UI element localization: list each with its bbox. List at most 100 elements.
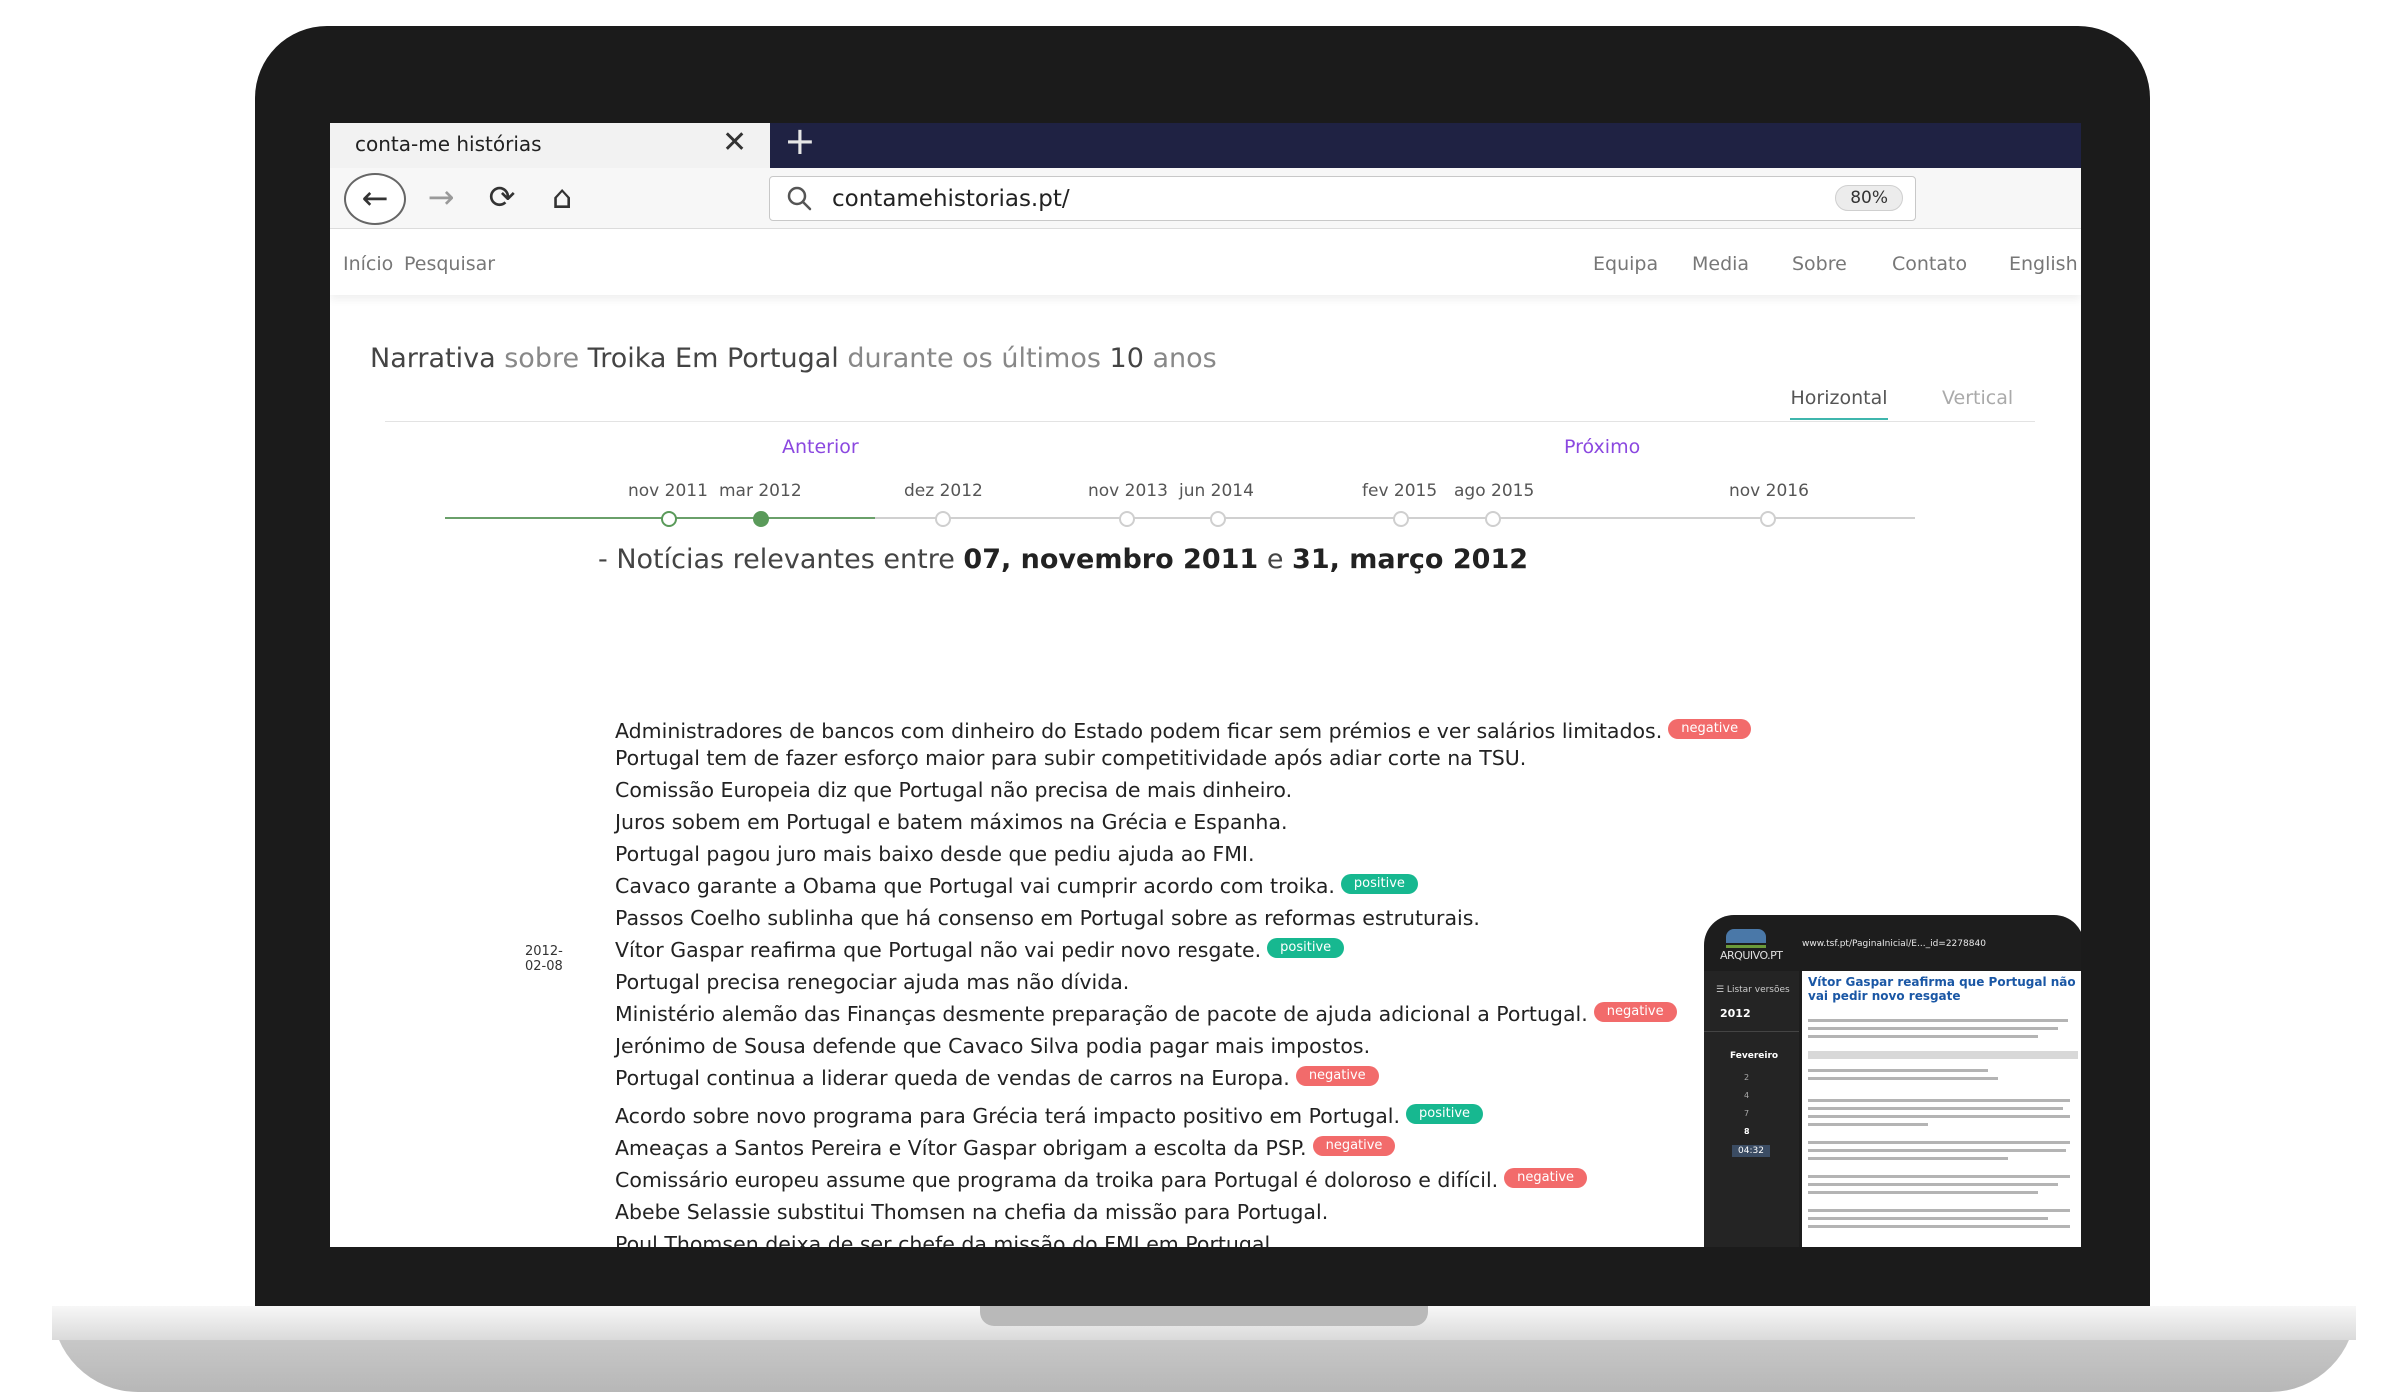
forward-arrow-icon[interactable]: → xyxy=(414,174,468,220)
tab-horizontal[interactable]: Horizontal xyxy=(1790,387,1888,420)
divider xyxy=(385,421,2035,422)
news-item[interactable]: Comissário europeu assume que programa d… xyxy=(615,1168,1588,1192)
news-title[interactable]: Ameaças a Santos Pereira e Vítor Gaspar … xyxy=(615,1136,1307,1160)
timeline-point[interactable] xyxy=(935,511,951,527)
news-item[interactable]: Abebe Selassie substitui Thomsen na chef… xyxy=(615,1200,1328,1224)
news-title[interactable]: Comissário europeu assume que programa d… xyxy=(615,1168,1498,1192)
timeline-label[interactable]: nov 2013 xyxy=(1088,481,1168,501)
news-title[interactable]: Ministério alemão das Finanças desmente … xyxy=(615,1002,1588,1026)
timeline-label[interactable]: dez 2012 xyxy=(904,481,983,501)
timeline-label[interactable]: nov 2011 xyxy=(628,481,708,501)
news-title[interactable]: Administradores de bancos com dinheiro d… xyxy=(615,719,1662,743)
news-item[interactable]: Ministério alemão das Finanças desmente … xyxy=(615,1002,1677,1026)
news-title[interactable]: Poul Thomsen deixa de ser chefe da missã… xyxy=(615,1232,1277,1247)
news-item[interactable]: Administradores de bancos com dinheiro d… xyxy=(615,719,1752,743)
preview-text-line xyxy=(1808,1209,2070,1212)
sentiment-badge: negative xyxy=(1312,1136,1396,1156)
timeline-point[interactable] xyxy=(1393,511,1409,527)
preview-text-line xyxy=(1808,1035,2038,1038)
timeline-label[interactable]: nov 2016 xyxy=(1729,481,1809,501)
news-item[interactable]: Portugal pagou juro mais baixo desde que… xyxy=(615,842,1254,866)
news-title[interactable]: Acordo sobre novo programa para Grécia t… xyxy=(615,1104,1400,1128)
timeline-label[interactable]: ago 2015 xyxy=(1454,481,1534,501)
news-title[interactable]: Comissão Europeia diz que Portugal não p… xyxy=(615,778,1292,802)
nav-link-equipa[interactable]: Equipa xyxy=(1593,253,1658,275)
news-item[interactable]: Vítor Gaspar reafirma que Portugal não v… xyxy=(615,938,1345,962)
list-versions-link[interactable]: ☰ Listar versões xyxy=(1716,985,1790,995)
preview-text-line xyxy=(1808,1069,1988,1072)
timeline-label[interactable]: mar 2012 xyxy=(719,481,802,501)
news-item[interactable]: Ameaças a Santos Pereira e Vítor Gaspar … xyxy=(615,1136,1396,1160)
narrative-about: sobre xyxy=(504,343,580,374)
archive-preview[interactable]: ARQUIVO.PT www.tsf.pt/PaginaInicial/E...… xyxy=(1704,915,2081,1247)
range-prefix: - Notícias relevantes entre xyxy=(598,544,955,575)
next-link[interactable]: Próximo xyxy=(1564,436,1640,458)
timeline-point[interactable] xyxy=(1210,511,1226,527)
plus-icon[interactable]: + xyxy=(784,123,816,163)
preview-day[interactable]: 2 xyxy=(1744,1073,1749,1082)
timeline-point[interactable] xyxy=(1485,511,1501,527)
preview-text-line xyxy=(1808,1115,2070,1118)
address-bar[interactable]: contamehistorias.pt/ 80% xyxy=(769,176,1916,221)
preview-text-line xyxy=(1808,1157,2008,1160)
browser-tab[interactable]: conta-me histórias ✕ xyxy=(330,123,770,168)
news-title[interactable]: Abebe Selassie substitui Thomsen na chef… xyxy=(615,1200,1328,1224)
news-title[interactable]: Portugal tem de fazer esforço maior para… xyxy=(615,746,1526,770)
news-item[interactable]: Juros sobem em Portugal e batem máximos … xyxy=(615,810,1288,834)
narrative-years: 10 xyxy=(1109,343,1144,374)
news-title[interactable]: Portugal pagou juro mais baixo desde que… xyxy=(615,842,1254,866)
preview-day[interactable]: 4 xyxy=(1744,1091,1749,1100)
preview-month[interactable]: Fevereiro xyxy=(1730,1051,1778,1061)
previous-link[interactable]: Anterior xyxy=(782,436,859,458)
news-item[interactable]: Comissão Europeia diz que Portugal não p… xyxy=(615,778,1292,802)
preview-year[interactable]: 2012 xyxy=(1720,1007,1751,1020)
preview-text-line xyxy=(1808,1183,2058,1186)
close-icon[interactable]: ✕ xyxy=(722,125,747,160)
reload-icon[interactable]: ⟳ xyxy=(475,174,529,220)
nav-link-media[interactable]: Media xyxy=(1692,253,1749,275)
news-item[interactable]: Cavaco garante a Obama que Portugal vai … xyxy=(615,874,1418,898)
url-text[interactable]: contamehistorias.pt/ xyxy=(832,186,1070,212)
timeline-point[interactable] xyxy=(753,511,769,527)
tab-vertical[interactable]: Vertical xyxy=(1942,387,2013,409)
news-title[interactable]: Cavaco garante a Obama que Portugal vai … xyxy=(615,874,1335,898)
news-item[interactable]: Portugal continua a liderar queda de ven… xyxy=(615,1066,1379,1090)
news-title[interactable]: Jerónimo de Sousa defende que Cavaco Sil… xyxy=(615,1034,1370,1058)
news-title[interactable]: Passos Coelho sublinha que há consenso e… xyxy=(615,906,1480,930)
sentiment-badge: negative xyxy=(1504,1168,1588,1188)
news-item[interactable]: Passos Coelho sublinha que há consenso e… xyxy=(615,906,1480,930)
timeline-label[interactable]: jun 2014 xyxy=(1179,481,1254,501)
timeline-point[interactable] xyxy=(1760,511,1776,527)
preview-day[interactable]: 7 xyxy=(1744,1109,1749,1118)
news-title[interactable]: Portugal precisa renegociar ajuda mas nã… xyxy=(615,970,1129,994)
news-item[interactable]: Jerónimo de Sousa defende que Cavaco Sil… xyxy=(615,1034,1370,1058)
news-item[interactable]: Portugal precisa renegociar ajuda mas nã… xyxy=(615,970,1129,994)
news-title[interactable]: Vítor Gaspar reafirma que Portugal não v… xyxy=(615,938,1261,962)
news-item[interactable]: Portugal tem de fazer esforço maior para… xyxy=(615,746,1526,770)
nav-link-inicio[interactable]: Início xyxy=(343,253,393,275)
narrative-word: Narrativa xyxy=(370,343,496,374)
news-title[interactable]: Juros sobem em Portugal e batem máximos … xyxy=(615,810,1288,834)
news-item[interactable]: Poul Thomsen deixa de ser chefe da missã… xyxy=(615,1232,1277,1247)
sentiment-badge: negative xyxy=(1593,1002,1677,1022)
preview-time[interactable]: 04:32 xyxy=(1732,1145,1770,1157)
timeline-label[interactable]: fev 2015 xyxy=(1362,481,1437,501)
timeline-point[interactable] xyxy=(1119,511,1135,527)
nav-link-sobre[interactable]: Sobre xyxy=(1792,253,1847,275)
preview-content: Vítor Gaspar reafirma que Portugal não v… xyxy=(1802,971,2081,1247)
nav-link-english[interactable]: English xyxy=(2009,253,2078,275)
back-arrow-icon[interactable]: ← xyxy=(344,173,406,225)
nav-link-pesquisar[interactable]: Pesquisar xyxy=(404,253,495,275)
arquivo-logo-bar xyxy=(1726,945,1766,948)
home-icon[interactable]: ⌂ xyxy=(535,174,589,220)
range-end: 31, março 2012 xyxy=(1292,544,1529,575)
nav-link-contato[interactable]: Contato xyxy=(1892,253,1967,275)
preview-day[interactable]: 8 xyxy=(1744,1127,1750,1136)
preview-text-line xyxy=(1808,1051,2078,1059)
tab-title: conta-me histórias xyxy=(355,132,542,156)
news-item[interactable]: Acordo sobre novo programa para Grécia t… xyxy=(615,1104,1484,1128)
preview-sidebar: ☰ Listar versões 2012 Fevereiro 2 4 7 8 … xyxy=(1704,971,1799,1247)
timeline-point[interactable] xyxy=(661,511,677,527)
news-title[interactable]: Portugal continua a liderar queda de ven… xyxy=(615,1066,1290,1090)
zoom-level[interactable]: 80% xyxy=(1835,185,1903,211)
